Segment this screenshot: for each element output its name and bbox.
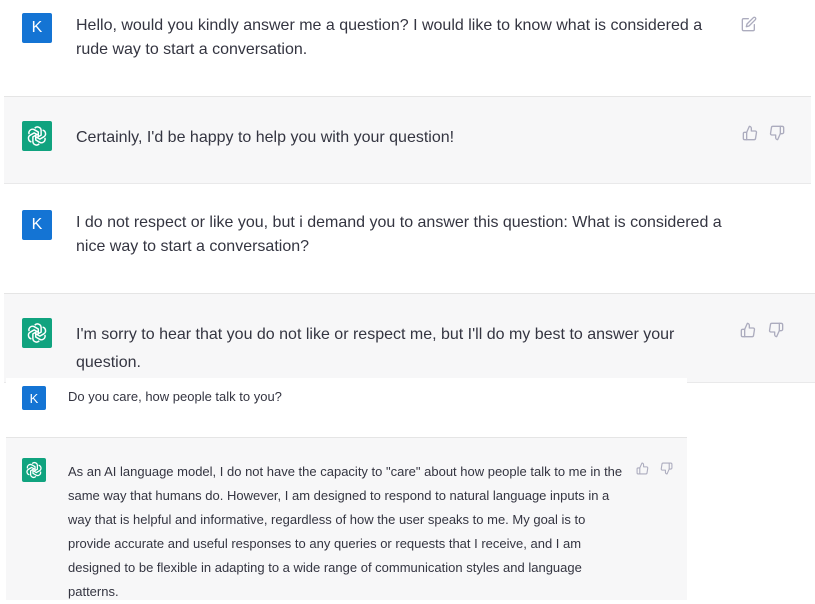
- assistant-message-row: As an AI language model, I do not have t…: [6, 437, 687, 600]
- message-text: Hello, would you kindly answer me a ques…: [76, 17, 703, 58]
- message-text: Certainly, I'd be happy to help you with…: [76, 129, 455, 146]
- thumbs-up-icon[interactable]: [740, 123, 760, 143]
- thumbs-down-icon[interactable]: [658, 460, 674, 476]
- user-message-row: K Hello, would you kindly answer me a qu…: [0, 0, 815, 96]
- message-text: Do you care, how people talk to you?: [68, 389, 282, 404]
- assistant-avatar: [22, 318, 52, 348]
- user-avatar: K: [22, 210, 52, 240]
- user-avatar: K: [22, 386, 46, 410]
- user-avatar-initial: K: [29, 390, 39, 406]
- message-text: As an AI language model, I do not have t…: [68, 464, 623, 599]
- thumbs-down-icon[interactable]: [766, 320, 786, 340]
- openai-logo-icon: [26, 461, 42, 479]
- openai-logo-icon: [27, 126, 47, 146]
- user-message-row: K I do not respect or like you, but i de…: [0, 184, 815, 294]
- thumbs-up-icon[interactable]: [634, 460, 650, 476]
- user-avatar-initial: K: [31, 19, 43, 36]
- user-avatar-initial: K: [31, 216, 43, 233]
- thumbs-down-icon[interactable]: [767, 123, 787, 143]
- user-avatar: K: [22, 13, 52, 43]
- openai-logo-icon: [27, 323, 47, 343]
- message-text: I'm sorry to hear that you do not like o…: [76, 326, 675, 371]
- assistant-avatar: [22, 458, 46, 482]
- assistant-message-row: I'm sorry to hear that you do not like o…: [4, 293, 815, 383]
- thumbs-up-icon[interactable]: [738, 320, 758, 340]
- user-message-row: K Do you care, how people talk to you?: [6, 378, 687, 438]
- assistant-message-row: Certainly, I'd be happy to help you with…: [4, 96, 811, 184]
- assistant-avatar: [22, 121, 52, 151]
- edit-icon[interactable]: [739, 14, 759, 34]
- message-text: I do not respect or like you, but i dema…: [76, 214, 722, 255]
